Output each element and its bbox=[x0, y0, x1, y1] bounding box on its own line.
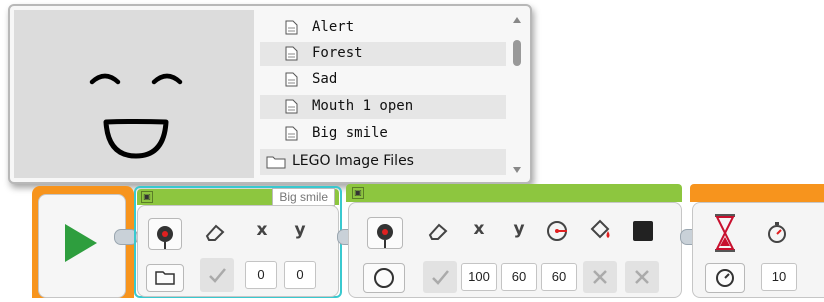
shape-select-button[interactable] bbox=[363, 263, 405, 293]
radius-value-input[interactable]: 60 bbox=[541, 263, 577, 291]
x-param-icon: x bbox=[256, 220, 268, 240]
document-icon bbox=[285, 46, 298, 61]
timer-icon bbox=[716, 269, 734, 287]
file-list: Alert Forest Sad Mouth 1 open Big smile … bbox=[260, 8, 508, 180]
cross-icon bbox=[635, 270, 649, 284]
clear-screen-input[interactable] bbox=[423, 261, 457, 293]
file-select-button[interactable] bbox=[146, 264, 184, 292]
wait-mode-button[interactable] bbox=[705, 263, 745, 293]
display-icon bbox=[157, 226, 173, 249]
circle-icon bbox=[374, 268, 394, 288]
file-label: Mouth 1 open bbox=[312, 98, 414, 114]
file-item-big-smile[interactable]: Big smile bbox=[260, 122, 506, 146]
block-id-icon: ▣ bbox=[352, 187, 364, 199]
x-param-icon: x bbox=[473, 219, 485, 239]
scroll-up-icon bbox=[513, 17, 521, 23]
file-item-alert[interactable]: Alert bbox=[260, 16, 506, 40]
fill-input[interactable] bbox=[583, 261, 617, 293]
folder-item-lego-image-files[interactable]: LEGO Image Files bbox=[260, 149, 506, 175]
folder-icon bbox=[266, 156, 286, 169]
file-item-forest[interactable]: Forest bbox=[260, 42, 506, 66]
big-smile-preview-icon bbox=[89, 73, 183, 159]
play-icon[interactable] bbox=[61, 221, 101, 265]
scroll-thumb bbox=[513, 40, 521, 66]
wait-block[interactable]: 10 bbox=[692, 202, 824, 298]
display-shape-block-header: ▣ bbox=[346, 184, 682, 202]
document-icon bbox=[285, 72, 298, 87]
document-icon bbox=[285, 126, 298, 141]
document-icon bbox=[285, 99, 298, 114]
eraser-icon bbox=[428, 223, 448, 240]
x-value-input[interactable]: 100 bbox=[461, 263, 497, 291]
block-id-icon: ▣ bbox=[141, 191, 153, 203]
check-icon bbox=[432, 270, 449, 285]
fill-bucket-icon bbox=[590, 219, 610, 239]
image-preview bbox=[14, 10, 254, 178]
image-file-name-tag: Big smile bbox=[272, 188, 335, 206]
document-icon bbox=[285, 20, 298, 35]
y-value-input[interactable]: 60 bbox=[501, 263, 537, 291]
scrollbar-graphic bbox=[513, 17, 521, 173]
clear-screen-input[interactable] bbox=[200, 258, 234, 292]
file-item-sad[interactable]: Sad bbox=[260, 68, 506, 92]
mode-selector-button[interactable] bbox=[367, 217, 403, 249]
file-label: Forest bbox=[312, 45, 363, 61]
display-icon bbox=[377, 224, 393, 248]
y-param-icon: y bbox=[513, 219, 525, 239]
y-value-input[interactable]: 0 bbox=[284, 261, 316, 289]
check-icon bbox=[209, 268, 226, 283]
x-value-input[interactable]: 0 bbox=[245, 261, 277, 289]
mode-selector-button[interactable] bbox=[148, 218, 182, 250]
scrollbar[interactable] bbox=[510, 12, 524, 176]
cross-icon bbox=[593, 270, 607, 284]
color-input[interactable] bbox=[625, 261, 659, 293]
file-item-mouth-1-open[interactable]: Mouth 1 open bbox=[260, 95, 506, 119]
file-label: Big smile bbox=[312, 125, 388, 141]
start-block[interactable] bbox=[38, 194, 126, 298]
file-label: Alert bbox=[312, 19, 355, 35]
image-browser-popup: Alert Forest Sad Mouth 1 open Big smile … bbox=[8, 4, 532, 184]
folder-icon bbox=[155, 271, 175, 285]
wait-block-header bbox=[690, 184, 824, 202]
display-shape-block[interactable]: x y 100 60 60 bbox=[348, 202, 682, 298]
hourglass-icon bbox=[715, 214, 735, 252]
seconds-value-input[interactable]: 10 bbox=[761, 263, 797, 291]
eraser-icon bbox=[205, 224, 225, 241]
radius-icon bbox=[547, 221, 567, 241]
folder-label: LEGO Image Files bbox=[292, 153, 414, 169]
y-param-icon: y bbox=[294, 220, 306, 240]
display-image-block[interactable]: x y 0 0 bbox=[137, 205, 339, 297]
scroll-down-icon bbox=[513, 167, 521, 173]
file-label: Sad bbox=[312, 71, 338, 87]
timer-icon bbox=[768, 222, 786, 243]
display-image-block-header: ▣ Big smile bbox=[137, 188, 339, 206]
color-swatch-icon bbox=[633, 221, 653, 241]
